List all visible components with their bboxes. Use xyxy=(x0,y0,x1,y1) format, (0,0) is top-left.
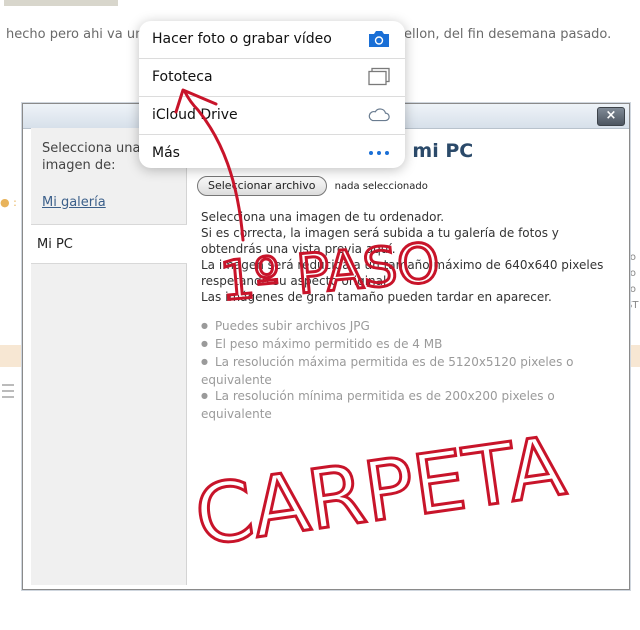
background-left-lines xyxy=(0,380,20,430)
source-sidebar: Selecciona una imagen de: Mi galería Mi … xyxy=(31,128,187,585)
file-input-row: Seleccionar archivo nada seleccionado xyxy=(197,174,428,198)
photo-library-icon xyxy=(368,67,390,86)
rule-item: La resolución mínima permitida es de 200… xyxy=(201,388,621,422)
rule-item: La resolución máxima permitida es de 512… xyxy=(201,354,621,388)
sidebar-item-gallery[interactable]: Mi galería xyxy=(42,195,106,210)
action-label: Hacer foto o grabar vídeo xyxy=(152,31,332,47)
action-icloud-drive[interactable]: iCloud Drive xyxy=(139,97,405,135)
action-label: Fototeca xyxy=(152,69,213,85)
background-text-left: hecho pero ahi va una xyxy=(6,27,152,42)
camera-icon xyxy=(369,31,389,47)
background-text-right: ellon, del fin desemana pasado. xyxy=(404,27,612,42)
cloud-icon xyxy=(368,108,390,122)
background-left-fragment: ● : xyxy=(0,196,17,209)
upload-rules-list: Puedes subir archivos JPG El peso máximo… xyxy=(201,318,621,422)
description-line: La imagen será reducida a un tamaño máxi… xyxy=(201,258,604,288)
description-line: Si es correcta, la imagen será subida a … xyxy=(201,226,559,256)
action-label: Más xyxy=(152,145,180,161)
action-label: iCloud Drive xyxy=(152,107,238,123)
background-thumbnail xyxy=(4,0,118,6)
image-upload-dialog: × Selecciona una imagen de: Mi galería M… xyxy=(22,103,630,590)
upload-description: Selecciona una imagen de tu ordenador. S… xyxy=(201,209,621,305)
action-photo-library[interactable]: Fototeca xyxy=(139,59,405,97)
description-line: Selecciona una imagen de tu ordenador. xyxy=(201,210,445,224)
description-line: Las imágenes de gran tamaño pueden tarda… xyxy=(201,290,552,304)
rule-item: El peso máximo permitido es de 4 MB xyxy=(201,336,621,354)
action-take-photo[interactable]: Hacer foto o grabar vídeo xyxy=(139,21,405,59)
action-more[interactable]: Más xyxy=(139,135,405,168)
file-status: nada seleccionado xyxy=(334,181,428,192)
rule-item: Puedes subir archivos JPG xyxy=(201,318,621,336)
sidebar-item-my-pc[interactable]: Mi PC xyxy=(31,224,187,264)
more-icon xyxy=(369,151,389,155)
select-file-button[interactable]: Seleccionar archivo xyxy=(197,176,327,196)
upload-source-action-sheet: Hacer foto o grabar vídeo Fototeca iClou… xyxy=(139,21,405,168)
close-button[interactable]: × xyxy=(597,107,625,126)
